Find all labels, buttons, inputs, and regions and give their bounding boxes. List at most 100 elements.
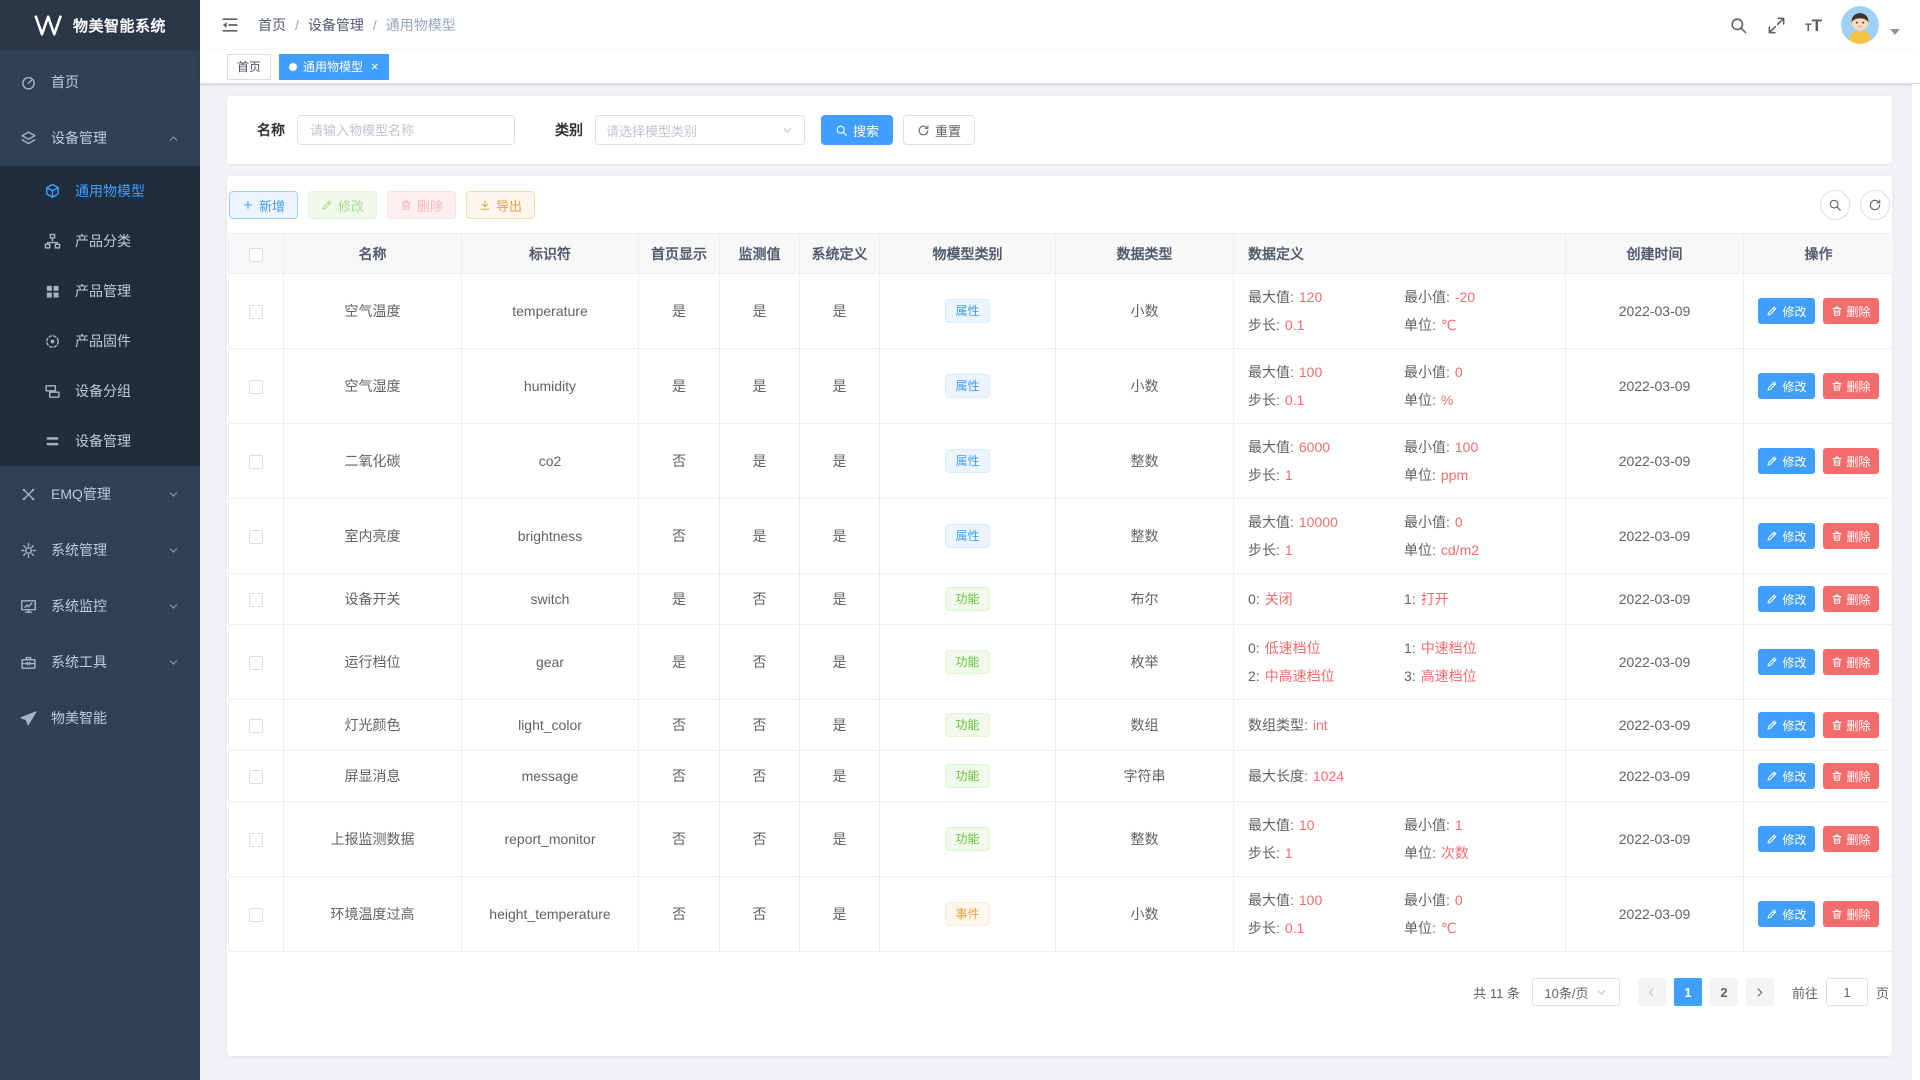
row-checkbox[interactable] xyxy=(249,908,263,922)
row-checkbox[interactable] xyxy=(249,656,263,670)
close-icon[interactable]: × xyxy=(371,60,379,73)
trash-icon xyxy=(1831,770,1843,782)
row-edit-label: 修改 xyxy=(1782,654,1806,671)
sidebar-item-emq[interactable]: EMQ管理 xyxy=(0,466,200,522)
row-delete-button[interactable]: 删除 xyxy=(1823,649,1879,675)
row-checkbox[interactable] xyxy=(249,593,263,607)
definition-value: 关闭 xyxy=(1265,591,1293,607)
tab-active[interactable]: 通用物模型× xyxy=(279,54,389,80)
row-checkbox[interactable] xyxy=(249,719,263,733)
definition-item: 步长:1 xyxy=(1248,842,1400,864)
cell-home-display: 是 xyxy=(639,625,720,700)
definition-grid: 最大值:10000最小值:0步长:1单位:cd/m2 xyxy=(1248,511,1557,561)
row-checkbox[interactable] xyxy=(249,455,263,469)
refresh-icon xyxy=(1868,198,1882,212)
row-delete-button[interactable]: 删除 xyxy=(1823,763,1879,789)
sidebar-subitem-group[interactable]: 设备分组 xyxy=(0,366,200,416)
row-edit-button[interactable]: 修改 xyxy=(1758,763,1814,789)
navbar-actions: TT xyxy=(1729,6,1900,44)
row-delete-button[interactable]: 删除 xyxy=(1823,373,1879,399)
row-edit-button[interactable]: 修改 xyxy=(1758,649,1814,675)
goto-page-input[interactable] xyxy=(1826,978,1868,1006)
row-edit-button[interactable]: 修改 xyxy=(1758,712,1814,738)
definition-key: 最大值: xyxy=(1248,892,1294,908)
cell-home-display: 是 xyxy=(639,274,720,349)
category-filter-select[interactable]: 请选择模型类别 xyxy=(595,115,805,145)
page-size-select[interactable]: 10条/页 xyxy=(1532,978,1620,1006)
sidebar-subitem-firmware[interactable]: 产品固件 xyxy=(0,316,200,366)
name-filter-input[interactable] xyxy=(297,115,515,145)
row-edit-button[interactable]: 修改 xyxy=(1758,448,1814,474)
toggle-search-button[interactable] xyxy=(1820,190,1850,220)
edit-button[interactable]: 修改 xyxy=(308,191,377,219)
row-delete-button[interactable]: 删除 xyxy=(1823,586,1879,612)
page-button-2[interactable]: 2 xyxy=(1710,978,1738,1006)
trash-icon xyxy=(1831,833,1843,845)
row-edit-button[interactable]: 修改 xyxy=(1758,901,1814,927)
definition-item: 最大值:120 xyxy=(1248,286,1400,308)
export-button[interactable]: 导出 xyxy=(466,191,535,219)
grid-icon xyxy=(44,283,61,300)
sidebar-item-gear[interactable]: 系统管理 xyxy=(0,522,200,578)
row-delete-label: 删除 xyxy=(1847,831,1871,848)
definition-grid: 最大值:6000最小值:100步长:1单位:ppm xyxy=(1248,436,1557,486)
row-delete-button[interactable]: 删除 xyxy=(1823,901,1879,927)
row-delete-label: 删除 xyxy=(1847,717,1871,734)
reset-button[interactable]: 重置 xyxy=(903,115,975,145)
row-edit-button[interactable]: 修改 xyxy=(1758,523,1814,549)
category-tag: 功能 xyxy=(945,827,989,851)
row-edit-button[interactable]: 修改 xyxy=(1758,298,1814,324)
row-edit-button[interactable]: 修改 xyxy=(1758,373,1814,399)
cell-identifier: co2 xyxy=(462,424,639,499)
sidebar-item-send[interactable]: 物美智能 xyxy=(0,690,200,746)
header-search-icon[interactable] xyxy=(1729,16,1748,35)
sidebar-item-toolbox[interactable]: 系统工具 xyxy=(0,634,200,690)
row-checkbox[interactable] xyxy=(249,305,263,319)
row-edit-button[interactable]: 修改 xyxy=(1758,586,1814,612)
sidebar-subitem-sitemap[interactable]: 产品分类 xyxy=(0,216,200,266)
sidebar-subitem-cube[interactable]: 通用物模型 xyxy=(0,166,200,216)
select-all-checkbox[interactable] xyxy=(249,248,263,262)
category-tag: 功能 xyxy=(945,713,989,737)
row-delete-button[interactable]: 删除 xyxy=(1823,826,1879,852)
font-size-icon[interactable]: TT xyxy=(1805,17,1822,34)
row-delete-button[interactable]: 删除 xyxy=(1823,712,1879,738)
definition-value: % xyxy=(1441,392,1453,408)
user-menu-caret-icon[interactable] xyxy=(1890,29,1900,35)
search-button[interactable]: 搜索 xyxy=(821,115,893,145)
sidebar-item-layers[interactable]: 设备管理 xyxy=(0,110,200,166)
row-checkbox[interactable] xyxy=(249,530,263,544)
delete-button[interactable]: 删除 xyxy=(387,191,456,219)
pen-icon xyxy=(1766,719,1778,731)
prev-page-button[interactable] xyxy=(1638,978,1666,1006)
sidebar-toggle-icon[interactable] xyxy=(220,15,240,35)
search-button-label: 搜索 xyxy=(853,121,879,140)
row-checkbox[interactable] xyxy=(249,833,263,847)
row-edit-button[interactable]: 修改 xyxy=(1758,826,1814,852)
scrollbar[interactable] xyxy=(1912,84,1920,1080)
row-delete-button[interactable]: 删除 xyxy=(1823,298,1879,324)
tab-inactive[interactable]: 首页 xyxy=(227,54,271,80)
sidebar-menu: 首页设备管理通用物模型产品分类产品管理产品固件设备分组设备管理EMQ管理系统管理… xyxy=(0,50,200,1080)
row-delete-label: 删除 xyxy=(1847,303,1871,320)
sidebar-item-monitor[interactable]: 系统监控 xyxy=(0,578,200,634)
row-delete-button[interactable]: 删除 xyxy=(1823,523,1879,549)
add-button[interactable]: 新增 xyxy=(229,191,298,219)
sidebar-item-dashboard[interactable]: 首页 xyxy=(0,54,200,110)
row-checkbox[interactable] xyxy=(249,770,263,784)
refresh-table-button[interactable] xyxy=(1860,190,1890,220)
sidebar-subitem-bars[interactable]: 设备管理 xyxy=(0,416,200,466)
next-page-button[interactable] xyxy=(1746,978,1774,1006)
avatar[interactable] xyxy=(1841,6,1879,44)
breadcrumb-item[interactable]: 首页 xyxy=(258,15,286,35)
fullscreen-icon[interactable] xyxy=(1767,16,1786,35)
cell-actions: 修改删除 xyxy=(1744,424,1894,499)
sidebar-item-label: 设备管理 xyxy=(75,431,131,451)
cell-data-type: 字符串 xyxy=(1056,751,1234,802)
row-checkbox[interactable] xyxy=(249,380,263,394)
row-delete-button[interactable]: 删除 xyxy=(1823,448,1879,474)
breadcrumb-item[interactable]: 设备管理 xyxy=(308,15,364,35)
cell-data-type: 整数 xyxy=(1056,802,1234,877)
page-button-1[interactable]: 1 xyxy=(1674,978,1702,1006)
sidebar-subitem-grid[interactable]: 产品管理 xyxy=(0,266,200,316)
